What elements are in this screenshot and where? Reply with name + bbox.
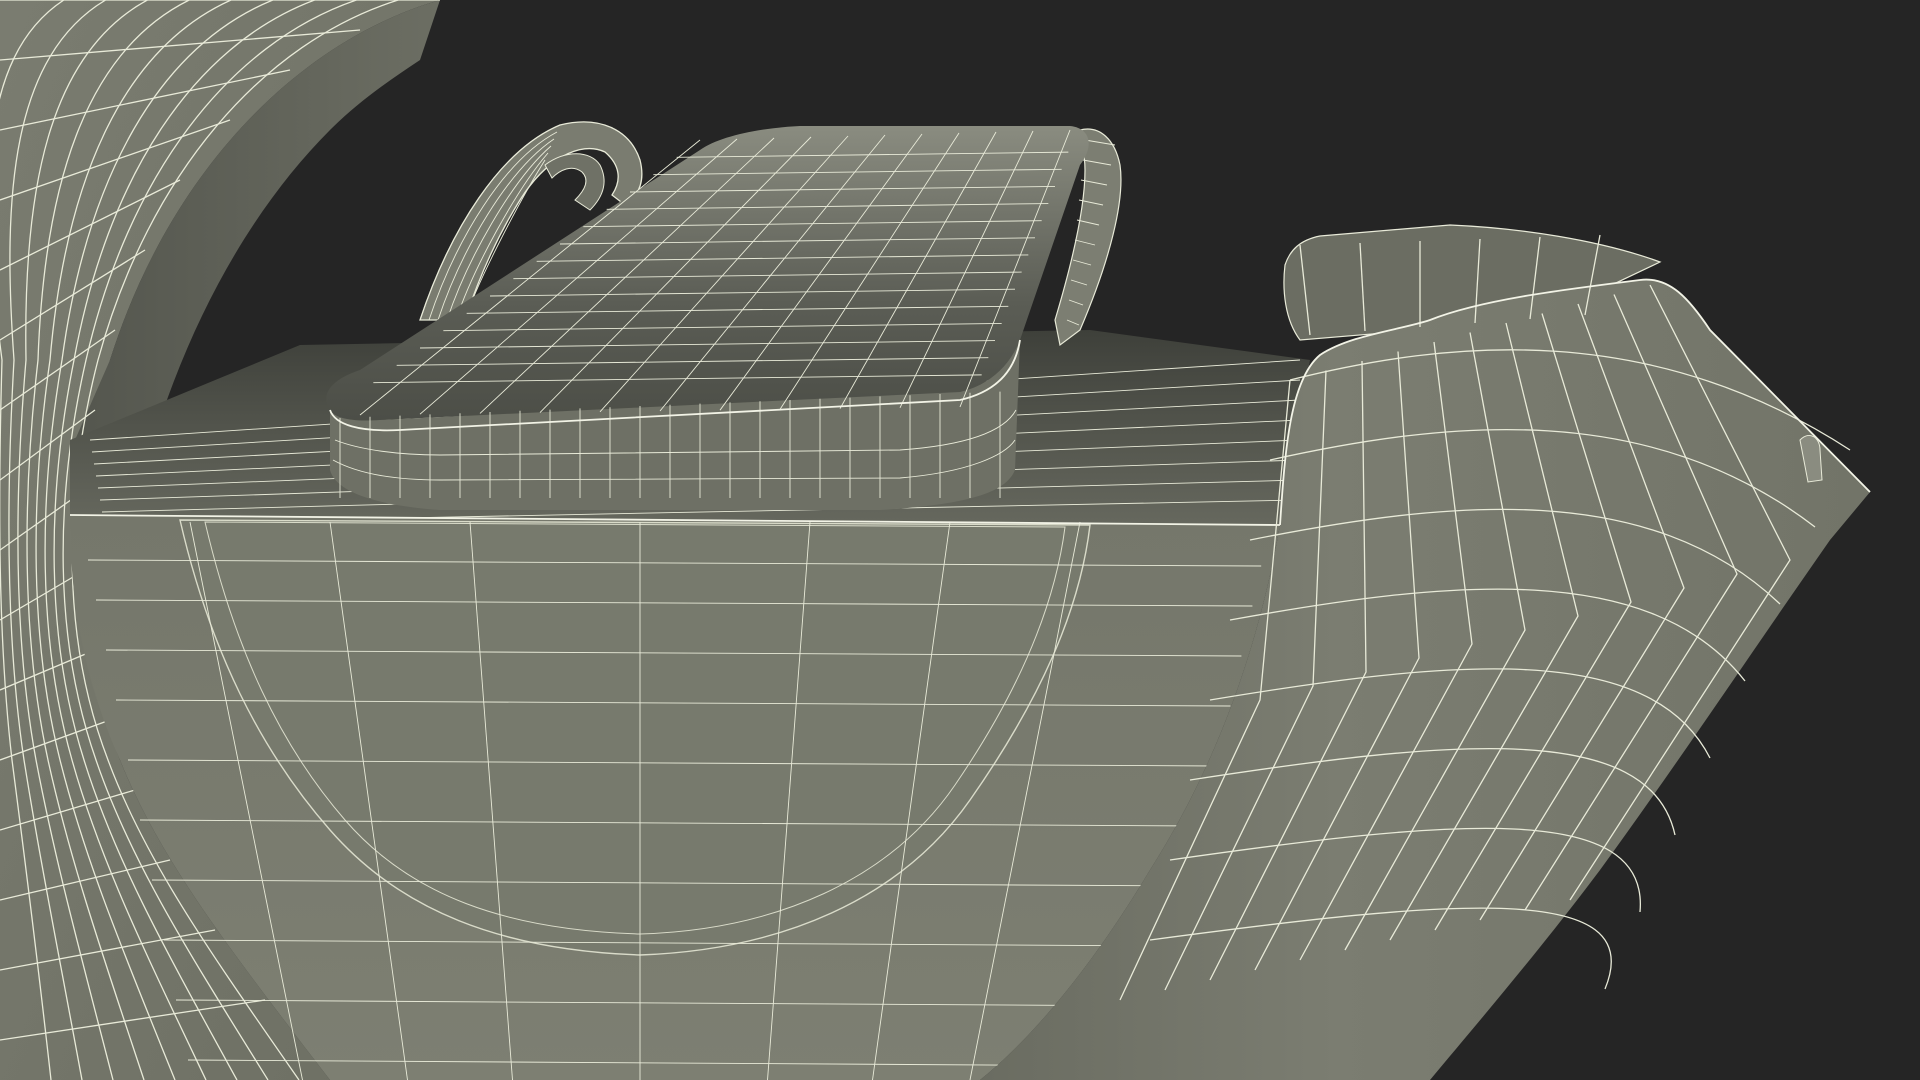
3d-viewport[interactable]	[0, 0, 1920, 1080]
wireframe-scene	[0, 0, 1871, 1080]
top-pad	[326, 126, 1089, 510]
